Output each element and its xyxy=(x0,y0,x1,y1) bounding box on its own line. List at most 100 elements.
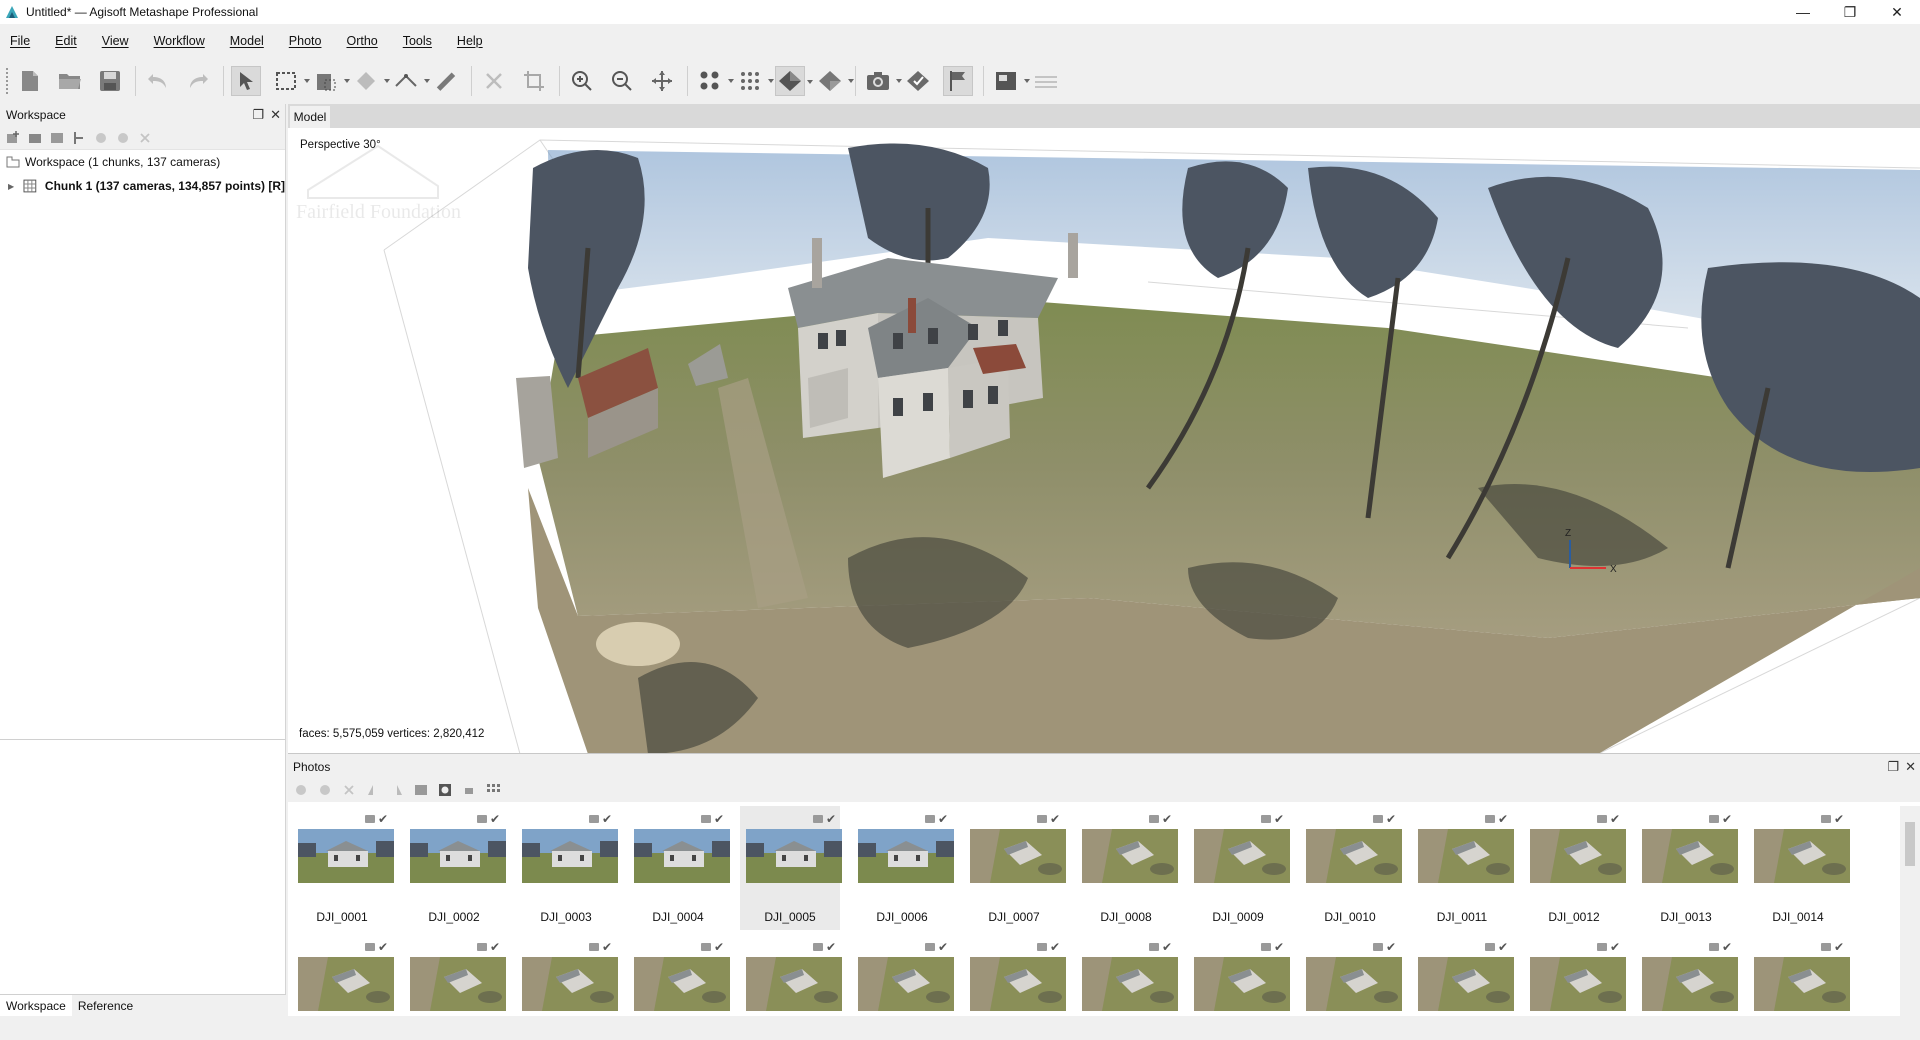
model-selection-button[interactable] xyxy=(311,66,350,96)
markers-button[interactable] xyxy=(903,66,933,96)
photo-item[interactable]: ✔ xyxy=(740,934,842,1016)
navigation-button[interactable] xyxy=(231,66,261,96)
add-photos-icon[interactable] xyxy=(28,131,42,145)
photo-item[interactable]: ✔ xyxy=(1300,934,1402,1016)
undock-icon[interactable]: ❐ xyxy=(252,107,264,123)
photos-scrollbar[interactable] xyxy=(1900,806,1920,1016)
rectangle-selection-button[interactable] xyxy=(271,66,310,96)
shape-button[interactable] xyxy=(351,66,390,96)
import-masks-icon[interactable] xyxy=(462,783,476,797)
textured-model-button[interactable] xyxy=(815,66,854,96)
photo-item[interactable]: ✔ xyxy=(404,934,506,1016)
photo-item[interactable]: ✔ xyxy=(964,934,1066,1016)
disable-cameras-icon[interactable] xyxy=(318,783,332,797)
photo-item[interactable]: ✔ xyxy=(1524,934,1626,1016)
photo-item[interactable]: ✔ DJI_0009 xyxy=(1188,806,1290,930)
camera-flag-icon xyxy=(1372,943,1383,951)
photo-item[interactable]: ✔ DJI_0003 xyxy=(516,806,618,930)
ruler-button[interactable] xyxy=(391,66,430,96)
photo-item[interactable]: ✔ xyxy=(292,934,394,1016)
view-mode-icon[interactable] xyxy=(486,783,500,797)
rotate-right-icon[interactable] xyxy=(390,783,404,797)
tab-model[interactable]: Model xyxy=(290,106,330,128)
photo-item[interactable]: ✔ xyxy=(1076,934,1178,1016)
undock-photos-icon[interactable]: ❐ xyxy=(1887,759,1899,775)
remove-icon[interactable] xyxy=(138,131,152,145)
save-button[interactable] xyxy=(95,66,125,96)
menu-file[interactable]: File xyxy=(10,34,30,48)
photo-item[interactable]: ✔ xyxy=(1636,934,1738,1016)
zoom-in-button[interactable] xyxy=(567,66,597,96)
close-photos-icon[interactable]: ✕ xyxy=(1905,759,1916,775)
tab-workspace[interactable]: Workspace xyxy=(0,995,72,1016)
photo-item[interactable]: ✔ DJI_0014 xyxy=(1748,806,1850,930)
tree-item-workspace[interactable]: Workspace (1 chunks, 137 cameras) xyxy=(0,150,285,174)
photo-item[interactable]: ✔ DJI_0006 xyxy=(852,806,954,930)
grid-button[interactable] xyxy=(1031,66,1061,96)
photo-item[interactable]: ✔ xyxy=(1412,934,1514,1016)
enable-cameras-icon[interactable] xyxy=(294,783,308,797)
photo-flags: ✔ xyxy=(1036,941,1060,953)
menu-help[interactable]: Help xyxy=(457,34,483,48)
photo-label: DJI_0010 xyxy=(1324,910,1376,924)
photo-item[interactable]: ✔ DJI_0011 xyxy=(1412,806,1514,930)
measure-button[interactable] xyxy=(431,66,461,96)
photo-flags: ✔ xyxy=(1036,813,1060,825)
photo-item[interactable]: ✔ DJI_0005 xyxy=(740,806,842,930)
mask-icon[interactable] xyxy=(438,783,452,797)
enable-icon[interactable] xyxy=(94,131,108,145)
reset-view-button[interactable] xyxy=(647,66,677,96)
photo-item[interactable]: ✔ xyxy=(628,934,730,1016)
photo-item[interactable]: ✔ xyxy=(852,934,954,1016)
menu-tools[interactable]: Tools xyxy=(403,34,432,48)
photo-item[interactable]: ✔ DJI_0010 xyxy=(1300,806,1402,930)
merge-chunks-icon[interactable] xyxy=(72,131,86,145)
close-panel-icon[interactable]: ✕ xyxy=(270,107,281,123)
photo-item[interactable]: ✔ DJI_0013 xyxy=(1636,806,1738,930)
cameras-button[interactable] xyxy=(863,66,902,96)
photo-item[interactable]: ✔ xyxy=(1748,934,1850,1016)
photo-item[interactable]: ✔ DJI_0001 xyxy=(292,806,394,930)
disable-icon[interactable] xyxy=(116,131,130,145)
delete-selection-button[interactable] xyxy=(479,66,509,96)
photo-item[interactable]: ✔ DJI_0004 xyxy=(628,806,730,930)
redo-button[interactable] xyxy=(183,66,213,96)
open-button[interactable] xyxy=(55,66,85,96)
add-chunk-icon[interactable] xyxy=(6,130,20,145)
menu-edit[interactable]: Edit xyxy=(55,34,77,48)
ortho-view-button[interactable] xyxy=(991,66,1030,96)
scrollbar-thumb[interactable] xyxy=(1905,822,1915,866)
crop-selection-button[interactable] xyxy=(519,66,549,96)
dense-cloud-button[interactable] xyxy=(735,66,774,96)
photo-item[interactable]: ✔ DJI_0007 xyxy=(964,806,1066,930)
expand-arrow-icon[interactable]: ▶ xyxy=(8,182,14,191)
image-quality-icon[interactable] xyxy=(414,783,428,797)
menu-workflow[interactable]: Workflow xyxy=(154,34,205,48)
add-marker-icon[interactable] xyxy=(50,131,64,145)
photo-item[interactable]: ✔ DJI_0012 xyxy=(1524,806,1626,930)
photo-flags: ✔ xyxy=(1708,813,1732,825)
photo-item[interactable]: ✔ xyxy=(1188,934,1290,1016)
photo-item[interactable]: ✔ DJI_0002 xyxy=(404,806,506,930)
restore-button[interactable]: ❐ xyxy=(1827,0,1873,24)
model-viewport[interactable]: Fairfield Foundation X Z Perspective 30°… xyxy=(288,128,1920,754)
zoom-out-button[interactable] xyxy=(607,66,637,96)
menu-ortho[interactable]: Ortho xyxy=(346,34,377,48)
menu-photo[interactable]: Photo xyxy=(289,34,322,48)
remove-cameras-icon[interactable] xyxy=(342,783,356,797)
minimize-button[interactable]: — xyxy=(1780,0,1826,24)
menu-view[interactable]: View xyxy=(102,34,129,48)
tab-reference[interactable]: Reference xyxy=(72,995,139,1016)
new-document-button[interactable] xyxy=(15,66,45,96)
close-window-button[interactable]: ✕ xyxy=(1874,0,1920,24)
rotate-left-icon[interactable] xyxy=(366,783,380,797)
point-cloud-button[interactable] xyxy=(695,66,734,96)
menu-model[interactable]: Model xyxy=(230,34,264,48)
toolbar-grip[interactable] xyxy=(6,68,9,94)
flags-button[interactable] xyxy=(943,66,973,96)
photo-item[interactable]: ✔ xyxy=(516,934,618,1016)
undo-button[interactable] xyxy=(143,66,173,96)
tree-item-chunk[interactable]: ▶ Chunk 1 (137 cameras, 134,857 points) … xyxy=(0,174,285,198)
shaded-model-button[interactable] xyxy=(775,66,813,96)
photo-item[interactable]: ✔ DJI_0008 xyxy=(1076,806,1178,930)
